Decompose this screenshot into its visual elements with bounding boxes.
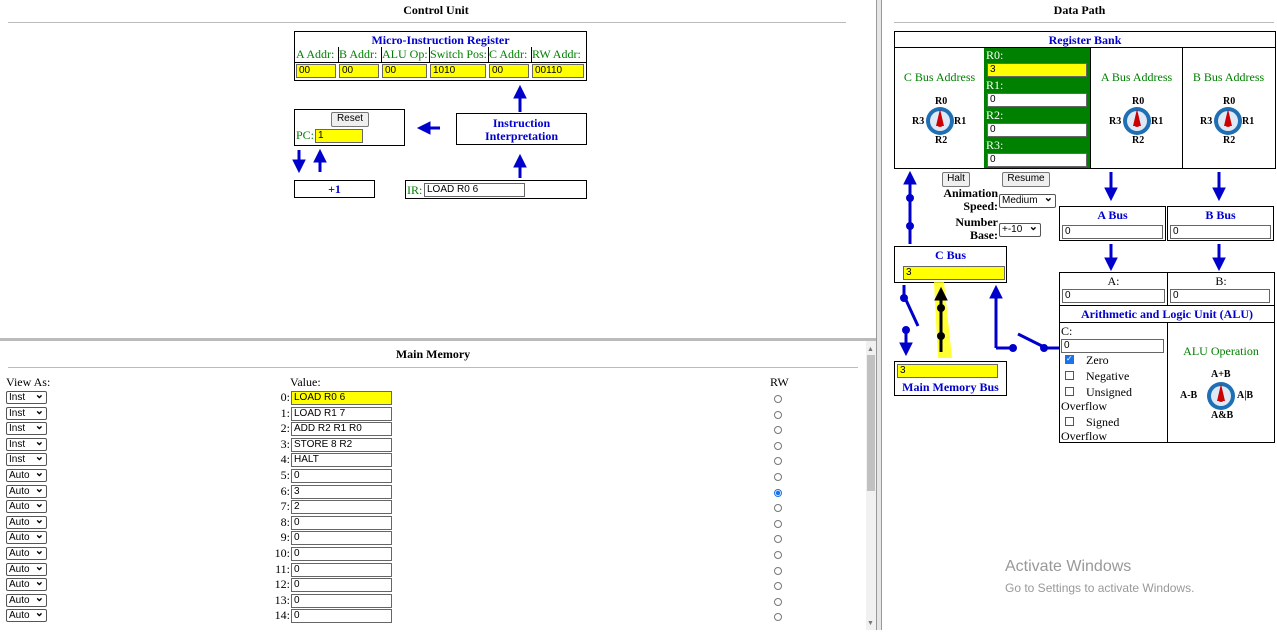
rw-radio[interactable] [774,535,782,544]
memory-row: Inst 3:STORE 8 R2 [0,436,860,454]
memory-row: Auto 13:0 [0,592,860,610]
view-as-select[interactable]: Auto [6,592,47,607]
memory-rows: Inst 0:LOAD R0 6 Inst 1:LOAD R1 7 Inst 2:ADD … [0,389,866,633]
memory-address: 10: [274,546,290,560]
memory-row: Auto 7:2 [0,498,860,516]
memory-value-input[interactable]: 0 [291,609,392,624]
memory-value-input[interactable]: 0 [291,469,392,483]
memory-row: Auto 5:0 [0,467,860,485]
memory-value-input[interactable]: ADD R2 R1 R0 [291,422,392,437]
memory-row: Inst 4:HALT [0,451,860,469]
memory-row: Auto 9:0 [0,529,860,547]
memory-row: Inst 2:ADD R2 R1 R0 [0,420,860,438]
view-as-select[interactable]: Auto [6,483,47,498]
rw-radio[interactable] [774,426,782,435]
rw-radio[interactable] [774,410,782,419]
scroll-up-arrow-icon[interactable]: ▲ [867,345,874,353]
memory-address: 7: [280,499,290,514]
memory-address: 4: [280,452,290,467]
memory-value-input[interactable]: 0 [291,515,392,530]
memory-value-input[interactable]: 3 [291,484,392,499]
control-unit-arrows [292,84,527,178]
memory-address: 12: [274,577,290,592]
data-path-wiring [899,170,1226,358]
rw-header: RW [770,375,789,389]
view-as-select[interactable]: Inst [6,451,47,467]
memory-row: Inst 0:LOAD R0 6 [0,389,860,407]
memory-address: 0: [280,390,290,404]
memory-value-input[interactable]: 0 [291,562,392,577]
memory-address: 14: [274,608,290,623]
memory-value-input[interactable]: HALT [291,453,392,468]
view-as-header: View As: [6,375,51,389]
memory-scrollbar[interactable]: ▲ ▼ [866,341,876,630]
rw-radio[interactable] [774,488,782,497]
scroll-down-arrow-icon[interactable]: ▼ [867,619,874,627]
main-memory-title: Main Memory [395,347,471,361]
scrollbar-thumb[interactable] [867,355,875,491]
memory-value-input[interactable]: 0 [291,547,392,561]
memory-address: 3: [280,436,290,451]
memory-row: Auto 8:0 [0,514,860,532]
view-as-select[interactable]: Auto [6,607,47,623]
memory-row: Auto 11:0 [0,561,860,579]
memory-row: Auto 14:0 [0,607,860,625]
memory-row: Auto 10:0 [0,545,860,563]
view-as-select[interactable]: Inst [6,405,47,420]
rw-radio[interactable] [774,566,782,575]
view-as-select[interactable]: Auto [6,514,47,529]
memory-address: 1: [280,405,290,420]
memory-value-input[interactable]: 0 [291,531,392,546]
memory-address: 2: [280,421,290,436]
memory-value-input[interactable]: 0 [291,593,392,608]
rw-radio[interactable] [774,473,782,481]
memory-address: 6: [280,483,290,498]
view-as-select[interactable]: Inst [6,420,47,436]
view-as-select[interactable]: Auto [6,545,47,560]
memory-address: 5: [280,468,290,482]
rw-radio[interactable] [774,504,782,513]
memory-row: Auto 12:0 [0,576,860,594]
rw-radio[interactable] [774,395,782,403]
memory-address: 13: [274,592,290,607]
memory-value-input[interactable]: LOAD R0 6 [291,391,392,405]
main-memory-panel: Main Memory View As: Value: RW Inst 0:LOA… [0,338,876,630]
memory-address: 8: [280,514,290,529]
view-as-select[interactable]: Auto [6,498,47,514]
rw-radio[interactable] [774,613,782,622]
memory-value-input[interactable]: LOAD R1 7 [291,406,392,421]
activate-windows-subtitle: Go to Settings to activate Windows. [1005,581,1195,595]
memory-row: Auto 6:3 [0,483,860,501]
view-as-select[interactable]: Auto [6,576,47,592]
memory-row: Inst 1:LOAD R1 7 [0,405,860,423]
memory-value-input[interactable]: 2 [291,500,392,515]
rw-radio[interactable] [774,582,782,591]
rw-radio[interactable] [774,519,782,528]
memory-address: 11: [275,561,290,576]
activate-windows-title: Activate Windows [1005,558,1132,575]
view-as-select[interactable]: Inst [6,436,47,451]
view-as-select[interactable]: Auto [6,467,47,482]
memory-address: 9: [280,530,290,545]
rw-radio[interactable] [774,457,782,466]
data-path-panel: Data Path Register Bank C Bus Address R0… [882,0,1277,630]
view-as-select[interactable]: Auto [6,561,47,576]
rw-radio[interactable] [774,597,782,606]
memory-title-divider [8,367,858,368]
rw-radio[interactable] [774,441,782,450]
memory-value-input[interactable]: 0 [291,578,392,593]
view-as-select[interactable]: Auto [6,529,47,545]
memory-value-input[interactable]: STORE 8 R2 [291,437,392,452]
control-unit-panel: Control Unit Micro-Instruction Register … [0,0,872,338]
rw-radio[interactable] [774,551,782,559]
view-as-select[interactable]: Inst [6,389,47,404]
value-header: Value: [290,375,321,389]
